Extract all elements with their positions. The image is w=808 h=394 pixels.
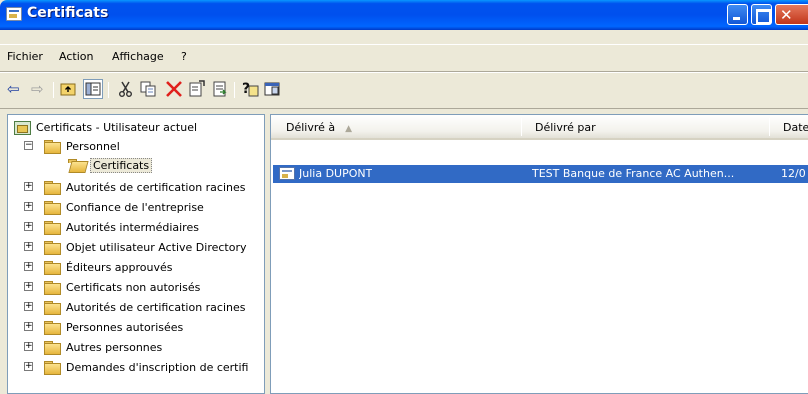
tree-item-label: Autorités de certification racines <box>66 181 246 194</box>
tree-item[interactable]: + Autorités intermédiaires <box>24 218 199 237</box>
delete-icon[interactable] <box>164 79 184 99</box>
close-button[interactable] <box>775 4 808 25</box>
certificate-app-icon[interactable] <box>6 7 22 21</box>
expand-icon[interactable]: + <box>24 342 33 351</box>
tree-root-label: Certificats - Utilisateur actuel <box>36 121 198 134</box>
toolbar-separator <box>53 82 54 98</box>
window-title: Certificats <box>27 5 109 21</box>
cell-date: 12/0 <box>781 167 806 180</box>
copy-icon[interactable] <box>138 79 158 99</box>
tree-item-label: Confiance de l'entreprise <box>66 201 204 214</box>
cell-issued-to: Julia DUPONT <box>299 167 373 180</box>
tree-item-label: Personnel <box>66 140 120 153</box>
folder-icon <box>44 140 61 154</box>
toolbar-bottom-divider <box>0 108 808 109</box>
tree-item[interactable]: + Autres personnes <box>24 338 163 357</box>
tree-item-label: Certificats non autorisés <box>66 281 201 294</box>
certificates-window: Certificats Fichier Action Affichage ? ⇦… <box>0 0 808 394</box>
folder-icon <box>44 201 61 215</box>
tree-item-label: Autres personnes <box>66 341 163 354</box>
folder-icon <box>44 321 61 335</box>
tree-item[interactable]: + Autorités de certification racines <box>24 178 246 197</box>
toolbar-top-highlight <box>0 72 808 73</box>
tree-item[interactable]: + Autorités de certification racines <box>24 298 246 317</box>
menu-bar: Fichier Action Affichage ? <box>0 46 808 66</box>
up-folder-icon[interactable] <box>58 79 78 99</box>
menu-affichage[interactable]: Affichage <box>112 50 164 63</box>
folder-icon <box>44 241 61 255</box>
expand-icon[interactable]: + <box>24 282 33 291</box>
cell-issued-by: TEST Banque de France AC Authen... <box>532 167 735 180</box>
tree-item-label: Certificats <box>90 158 153 173</box>
column-header-date[interactable]: Date <box>783 121 808 134</box>
column-header-issued-by[interactable]: Délivré par <box>535 121 596 134</box>
tree-item[interactable]: + Demandes d'inscription de certifi <box>24 358 249 377</box>
folder-icon <box>44 281 61 295</box>
maximize-button[interactable] <box>751 4 772 25</box>
list-header: Délivré à ▲ Délivré par Date <box>271 115 808 140</box>
menu-fichier[interactable]: Fichier <box>7 50 43 63</box>
help-icon[interactable]: ? <box>240 79 260 99</box>
tree-item[interactable]: + Personnes autorisées <box>24 318 184 337</box>
list-pane[interactable]: Délivré à ▲ Délivré par Date Julia DUPONT… <box>270 114 808 394</box>
folder-icon <box>44 361 61 375</box>
expand-icon[interactable]: + <box>24 322 33 331</box>
expand-icon[interactable]: + <box>24 202 33 211</box>
title-bar[interactable]: Certificats <box>0 0 808 30</box>
expand-icon[interactable]: + <box>24 182 33 191</box>
tree-item-label: Demandes d'inscription de certifi <box>66 361 249 374</box>
open-folder-icon <box>68 159 85 172</box>
description-icon[interactable] <box>262 79 282 99</box>
toolbar-separator <box>234 82 235 98</box>
folder-icon <box>44 301 61 315</box>
sort-ascending-icon: ▲ <box>345 124 353 134</box>
tree-item-label: Personnes autorisées <box>66 321 184 334</box>
cut-icon[interactable] <box>116 79 136 99</box>
menu-help[interactable]: ? <box>181 50 187 63</box>
tree-item[interactable]: + Objet utilisateur Active Directory <box>24 238 247 257</box>
certificate-icon <box>279 167 295 180</box>
table-row[interactable]: Julia DUPONT TEST Banque de France AC Au… <box>273 165 808 183</box>
show-tree-icon[interactable] <box>83 79 103 99</box>
forward-arrow-icon[interactable]: ⇨ <box>31 80 44 98</box>
certificate-store-icon <box>14 120 31 135</box>
toolbar: ⇦ ⇨ ? <box>0 76 808 104</box>
folder-icon <box>44 261 61 275</box>
tree-item-certificats[interactable]: Certificats <box>68 156 153 175</box>
tree-pane[interactable]: Certificats - Utilisateur actuel − Perso… <box>7 114 265 394</box>
folder-icon <box>44 341 61 355</box>
folder-icon <box>44 221 61 235</box>
toolbar-separator <box>108 82 109 98</box>
expand-icon[interactable]: + <box>24 242 33 251</box>
minimize-button[interactable] <box>727 4 748 25</box>
tree-item-label: Autorités intermédiaires <box>66 221 199 234</box>
column-header-issued-to[interactable]: Délivré à ▲ <box>286 121 352 134</box>
tree-item[interactable]: + Confiance de l'entreprise <box>24 198 204 217</box>
svg-text:?: ? <box>242 81 250 97</box>
column-divider[interactable] <box>769 118 770 136</box>
collapse-icon[interactable]: − <box>24 141 33 150</box>
tree-item-label: Objet utilisateur Active Directory <box>66 241 247 254</box>
expand-icon[interactable]: + <box>24 262 33 271</box>
tree-item-label: Autorités de certification racines <box>66 301 246 314</box>
tree-item[interactable]: + Éditeurs approuvés <box>24 258 173 277</box>
menu-action[interactable]: Action <box>59 50 93 63</box>
export-icon[interactable] <box>210 79 230 99</box>
back-arrow-icon[interactable]: ⇦ <box>7 80 20 98</box>
tree-root[interactable]: Certificats - Utilisateur actuel <box>14 118 197 137</box>
folder-icon <box>44 181 61 195</box>
expand-icon[interactable]: + <box>24 362 33 371</box>
tree-item-label: Éditeurs approuvés <box>66 261 173 274</box>
column-divider[interactable] <box>521 118 522 136</box>
expand-icon[interactable]: + <box>24 222 33 231</box>
tree-item[interactable]: + Certificats non autorisés <box>24 278 201 297</box>
properties-icon[interactable] <box>187 79 207 99</box>
menubar-top-divider <box>0 44 808 45</box>
tree-item-personnel[interactable]: − Personnel <box>24 137 120 156</box>
expand-icon[interactable]: + <box>24 302 33 311</box>
